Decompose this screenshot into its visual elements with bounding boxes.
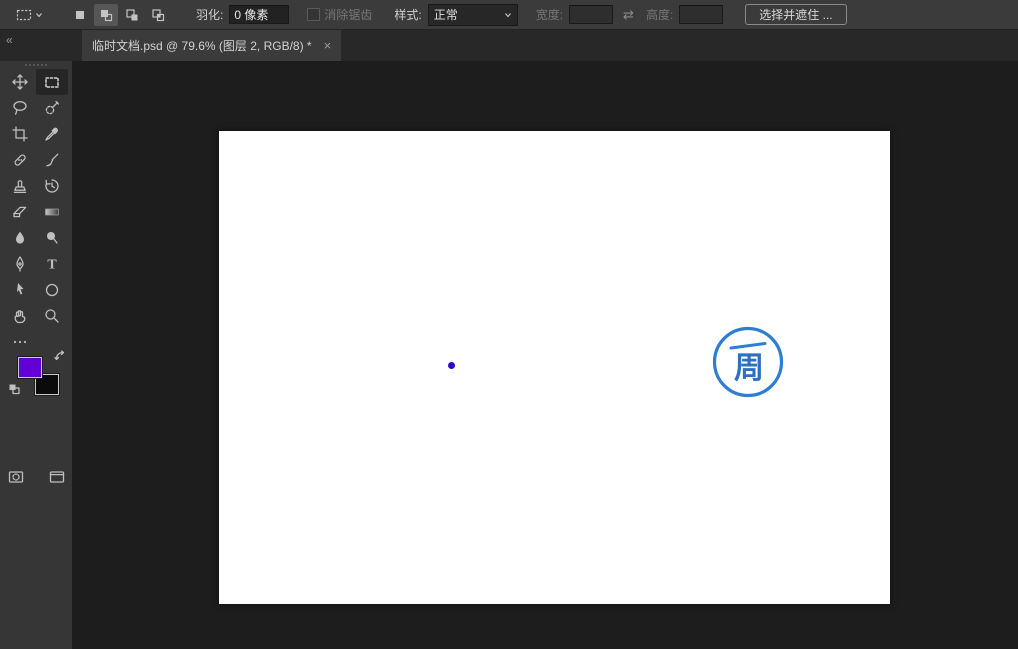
path-selection-icon [17, 283, 24, 295]
type-tool-button[interactable]: T [36, 251, 68, 277]
quick-mask-button[interactable] [0, 464, 31, 490]
tab-title: 临时文档.psd @ 79.6% (图层 2, RGB/8) * [92, 39, 312, 53]
quick-selection-icon [45, 100, 60, 115]
subtract-from-selection-button[interactable] [120, 4, 144, 26]
add-to-selection-icon [101, 9, 113, 21]
quick-mask-icon [8, 471, 23, 483]
tab-bar: « 临时文档.psd @ 79.6% (图层 2, RGB/8) * × [0, 30, 1018, 61]
history-brush-tool-button[interactable] [36, 173, 68, 199]
lasso-icon [13, 101, 27, 115]
eraser-tool-button[interactable] [4, 199, 36, 225]
svg-text:T: T [47, 258, 57, 273]
dodge-icon [47, 232, 58, 244]
zoom-tool-button[interactable] [36, 303, 68, 329]
blur-drop-icon [16, 231, 24, 244]
clone-stamp-tool-button[interactable] [4, 173, 36, 199]
circular-logo-stamp: 周 [712, 326, 784, 398]
logo-character: 周 [734, 351, 764, 386]
rectangular-marquee-icon [45, 77, 59, 88]
intersect-selection-button[interactable] [146, 4, 170, 26]
crop-tool-button[interactable] [4, 121, 36, 147]
quick-selection-tool-button[interactable] [36, 95, 68, 121]
height-input [679, 5, 724, 24]
chevron-down-icon [35, 12, 42, 17]
photoshop-window: 羽化: 消除锯齿 样式: 正常 宽度: ⇄ 高度: 选择并遮住 ... « 临时… [0, 0, 1018, 649]
options-bar: 羽化: 消除锯齿 样式: 正常 宽度: ⇄ 高度: 选择并遮住 ... [0, 0, 1018, 30]
marquee-preset-icon [16, 9, 31, 20]
collapse-panels-icon[interactable]: « [6, 33, 13, 47]
selection-mode-group [68, 3, 170, 26]
dodge-tool-button[interactable] [36, 225, 68, 251]
style-dropdown-value: 正常 [433, 8, 458, 22]
painted-dot [448, 362, 455, 369]
brush-icon [45, 153, 59, 167]
style-label: 样式: [394, 8, 422, 22]
width-label: 宽度: [535, 8, 564, 22]
move-tool-button[interactable] [4, 69, 36, 95]
healing-brush-icon [14, 154, 26, 166]
tools-panel-footer [0, 464, 72, 490]
foreground-color-swatch[interactable] [18, 357, 42, 378]
select-and-mask-button[interactable]: 选择并遮住 ... [745, 4, 847, 25]
screen-mode-button[interactable] [41, 464, 72, 490]
ellipse-icon [45, 283, 59, 297]
pen-tool-button[interactable] [4, 251, 36, 277]
antialias-checkbox [307, 8, 321, 21]
document-canvas[interactable]: 周 [219, 131, 890, 604]
chevron-down-icon [504, 12, 511, 17]
hand-icon [14, 310, 26, 324]
feather-label: 羽化: [196, 8, 224, 22]
type-icon: T [47, 258, 57, 273]
gradient-tool-button[interactable] [36, 199, 68, 225]
default-colors-icon[interactable] [8, 383, 21, 401]
add-to-selection-button[interactable] [94, 3, 118, 26]
antialias-label: 消除锯齿 [324, 8, 373, 22]
brush-tool-button[interactable] [36, 147, 68, 173]
swap-dimensions-icon: ⇄ [623, 6, 634, 22]
color-swatches [8, 349, 66, 401]
history-brush-icon [45, 179, 59, 193]
eyedropper-tool-button[interactable] [36, 121, 68, 147]
intersect-selection-icon [152, 8, 165, 21]
subtract-from-selection-icon [126, 8, 138, 20]
lasso-tool-button[interactable] [4, 95, 36, 121]
new-selection-button[interactable] [68, 4, 92, 26]
new-selection-icon [76, 10, 84, 19]
screen-mode-icon [49, 471, 64, 483]
feather-input[interactable] [229, 5, 290, 24]
pen-icon [16, 256, 24, 272]
swap-colors-icon[interactable] [54, 349, 66, 367]
width-input [569, 5, 614, 24]
eraser-icon [13, 206, 27, 218]
clone-stamp-icon [13, 180, 27, 194]
blur-tool-button[interactable] [4, 225, 36, 251]
style-dropdown[interactable]: 正常 [427, 3, 518, 26]
rectangular-marquee-tool-button[interactable] [36, 69, 68, 95]
tools-panel-grip[interactable] [0, 61, 72, 69]
ellipse-shape-tool-button[interactable] [36, 277, 68, 303]
tool-preset-button[interactable] [6, 4, 52, 26]
crop-icon [12, 126, 28, 142]
eyedropper-icon [45, 127, 58, 141]
gradient-icon [45, 208, 59, 216]
zoom-icon [45, 309, 59, 323]
tools-panel: T [0, 61, 72, 649]
canvas-area[interactable]: 周 [72, 61, 1018, 649]
path-selection-tool-button[interactable] [4, 277, 36, 303]
move-icon [12, 74, 28, 90]
tab-close-icon[interactable]: × [324, 38, 332, 53]
height-label: 高度: [645, 8, 674, 22]
hand-tool-button[interactable] [4, 303, 36, 329]
healing-brush-tool-button[interactable] [4, 147, 36, 173]
document-tab[interactable]: 临时文档.psd @ 79.6% (图层 2, RGB/8) * × [82, 30, 342, 61]
tool-grid: T [0, 69, 72, 355]
